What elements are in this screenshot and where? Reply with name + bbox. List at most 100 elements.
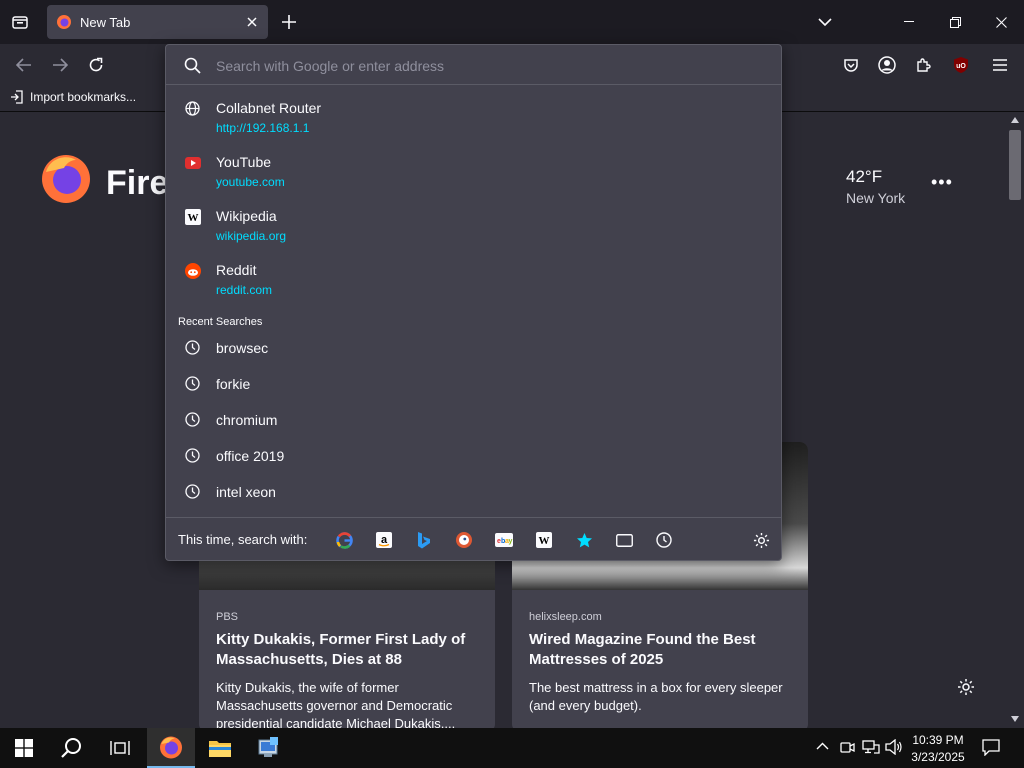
account-button[interactable]	[871, 49, 903, 81]
volume-icon[interactable]	[885, 739, 903, 755]
hamburger-menu-icon	[993, 59, 1007, 71]
new-tab-button[interactable]	[273, 6, 305, 38]
suggestion-row[interactable]: W Wikipedia wikipedia.org	[166, 205, 781, 249]
app-menu-button[interactable]	[984, 49, 1016, 81]
globe-icon	[184, 100, 201, 117]
recent-searches-heading: Recent Searches	[178, 316, 263, 328]
minimize-icon	[904, 21, 914, 22]
pocket-icon	[844, 59, 858, 72]
suggestion-row[interactable]: YouTube youtube.com	[166, 151, 781, 195]
search-button[interactable]	[48, 728, 96, 768]
scrollbar-thumb[interactable]	[1009, 130, 1021, 200]
svg-text:uO: uO	[956, 63, 966, 70]
svg-text:W: W	[187, 212, 198, 224]
tab-close-button[interactable]	[244, 14, 260, 30]
story-headline: Wired Magazine Found the Best Mattresses…	[529, 631, 756, 668]
notifications-icon[interactable]	[982, 739, 1000, 756]
recent-search-text: browsec	[216, 340, 269, 356]
svg-text:y: y	[509, 538, 513, 545]
recent-search-text: chromium	[216, 412, 278, 428]
search-icon	[184, 57, 201, 74]
network-icon[interactable]	[862, 739, 880, 755]
bing-icon[interactable]	[414, 530, 434, 550]
urlbar	[166, 45, 781, 85]
suggestion-url: reddit.com	[216, 283, 273, 297]
history-icon[interactable]	[654, 530, 674, 550]
scroll-down-arrow-icon[interactable]	[1011, 716, 1019, 722]
puzzle-icon	[917, 58, 931, 72]
svg-text:a: a	[381, 534, 388, 546]
customize-gear-icon[interactable]	[957, 678, 975, 696]
duckduckgo-icon[interactable]	[454, 530, 474, 550]
tabs-icon[interactable]	[614, 530, 634, 550]
ublock-origin-button[interactable]: uO	[945, 49, 977, 81]
restore-button[interactable]	[932, 0, 978, 44]
clock-date[interactable]: 3/23/2025	[903, 750, 973, 764]
firefox-wordmark: Fire	[106, 164, 169, 202]
recent-search-row[interactable]: browsec	[166, 337, 781, 359]
tab-title: New Tab	[80, 14, 131, 30]
history-clock-icon	[184, 339, 201, 356]
chevron-up-icon[interactable]	[816, 742, 829, 750]
taskbar-app[interactable]	[244, 728, 292, 768]
history-clock-icon	[184, 411, 201, 428]
recent-search-row[interactable]: office 2019	[166, 445, 781, 467]
back-button[interactable]	[8, 49, 40, 81]
clock-time[interactable]: 10:39 PM	[903, 733, 973, 747]
search-icon	[61, 738, 81, 758]
recent-search-text: forkie	[216, 376, 251, 392]
recent-search-row[interactable]: intel xeon	[166, 481, 781, 503]
pocket-button[interactable]	[835, 49, 867, 81]
weather-more-button[interactable]: •••	[931, 172, 953, 193]
urlbar-input[interactable]	[216, 56, 736, 76]
tab-strip: New Tab	[0, 0, 1024, 44]
meet-now-icon[interactable]	[839, 739, 855, 755]
history-clock-icon	[184, 375, 201, 392]
forward-button[interactable]	[44, 49, 76, 81]
list-all-tabs-button[interactable]	[809, 6, 841, 38]
suggestion-title: YouTube	[216, 154, 272, 170]
suggestion-url: wikipedia.org	[216, 229, 287, 243]
one-off-search-bar: This time, search with: a ebay W	[166, 517, 781, 561]
recent-search-row[interactable]: forkie	[166, 373, 781, 395]
taskbar-file-explorer[interactable]	[196, 728, 244, 768]
bookmarks-star-icon[interactable]	[574, 530, 594, 550]
extensions-button[interactable]	[907, 49, 939, 81]
suggestion-title: Reddit	[216, 262, 257, 278]
suggestion-row[interactable]: Reddit reddit.com	[166, 259, 781, 303]
suggestion-title: Collabnet Router	[216, 100, 322, 116]
amazon-icon[interactable]: a	[374, 530, 394, 550]
firefox-logo-icon	[160, 736, 182, 759]
suggestion-row[interactable]: Collabnet Router http://192.168.1.1	[166, 97, 781, 141]
story-excerpt: Kitty Dukakis, the wife of former Massac…	[216, 680, 456, 731]
close-icon	[995, 16, 1007, 28]
minimize-button[interactable]	[886, 0, 932, 44]
page-scrollbar[interactable]	[1006, 112, 1024, 728]
recent-search-row[interactable]: chromium	[166, 409, 781, 431]
google-icon[interactable]	[334, 530, 354, 550]
wikipedia-icon: W	[184, 208, 201, 225]
wikipedia-icon[interactable]: W	[534, 530, 554, 550]
taskbar-firefox[interactable]	[147, 728, 195, 768]
reload-button[interactable]	[80, 49, 112, 81]
search-settings-gear-icon[interactable]	[751, 530, 771, 550]
task-view-button[interactable]	[96, 728, 144, 768]
weather-temperature[interactable]: 42°F	[846, 167, 882, 187]
windows-logo-icon	[15, 739, 33, 757]
tab-new-tab[interactable]: New Tab	[47, 5, 268, 39]
recent-search-text: office 2019	[216, 448, 285, 464]
history-clock-icon	[184, 483, 201, 500]
import-bookmarks-button[interactable]: Import bookmarks...	[10, 90, 136, 104]
urlbar-panel: Collabnet Router http://192.168.1.1 YouT…	[165, 44, 782, 561]
start-button[interactable]	[0, 728, 48, 768]
close-window-button[interactable]	[978, 0, 1024, 44]
scroll-up-arrow-icon[interactable]	[1011, 117, 1019, 123]
suggestion-url: youtube.com	[216, 175, 285, 189]
account-icon	[878, 56, 896, 74]
firefox-view-button[interactable]	[4, 6, 36, 38]
forward-arrow-icon	[53, 58, 68, 72]
reload-icon	[89, 57, 103, 72]
ebay-icon[interactable]: ebay	[494, 530, 514, 550]
weather-city[interactable]: New York	[846, 190, 905, 206]
folder-icon	[209, 741, 231, 757]
